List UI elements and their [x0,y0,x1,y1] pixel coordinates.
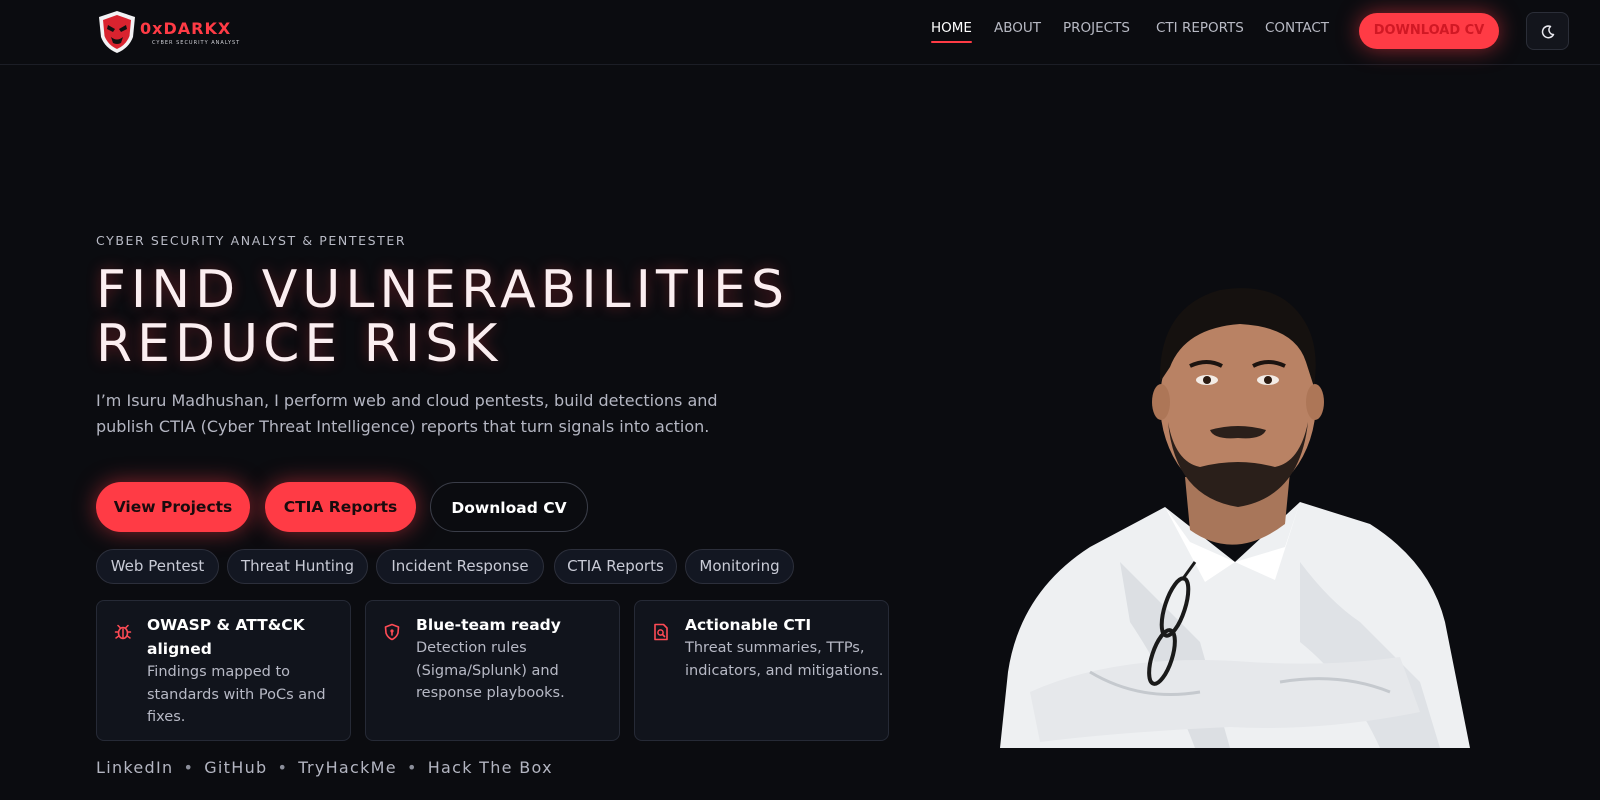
nav-home[interactable]: HOME [931,20,972,43]
download-cv-nav-button[interactable]: DOWNLOAD CV [1359,13,1499,49]
brand-logo[interactable]: 0xDARKX CYBER SECURITY ANALYST [96,9,256,55]
feature-card-actionable-cti: Actionable CTI Threat summaries, TTPs, i… [634,600,889,741]
card-text: Threat summaries, TTPs, indicators, and … [685,640,884,679]
tag-incident-response: Incident Response [376,549,544,584]
social-hackthebox-link[interactable]: Hack The Box [428,758,553,777]
feature-card-owasp: OWASP & ATT&CK aligned Findings mapped t… [96,600,351,741]
shield-logo-icon [99,11,135,53]
social-linkedin-link[interactable]: LinkedIn [96,758,173,777]
social-github-link[interactable]: GitHub [204,758,267,777]
tag-web-pentest: Web Pentest [96,549,219,584]
headline-line-2: REDUCE RISK [96,314,503,374]
card-text: Findings mapped to standards with PoCs a… [147,664,326,725]
tag-ctia-reports: CTIA Reports [554,549,677,584]
nav-contact[interactable]: CONTACT [1265,20,1329,36]
shield-lock-icon [384,623,400,641]
nav-cti-reports[interactable]: CTI REPORTS [1156,20,1244,36]
social-links: LinkedIn • GitHub • TryHackMe • Hack The Box [96,758,553,777]
hero-intro: I’m Isuru Madhushan, I perform web and c… [96,391,718,436]
download-cv-button[interactable]: Download CV [430,482,588,532]
brand-tagline: CYBER SECURITY ANALYST [152,40,241,46]
card-title: OWASP & ATT&CK aligned [147,616,305,658]
card-title: Actionable CTI [685,616,812,634]
card-title: Blue-team ready [416,616,561,634]
profile-portrait [1000,288,1470,748]
brand-name: 0xDARKX [140,19,232,38]
tag-threat-hunting: Threat Hunting [227,549,368,584]
view-projects-button[interactable]: View Projects [96,482,250,532]
nav-home-label: HOME [931,20,972,36]
social-tryhackme-link[interactable]: TryHackMe [298,758,397,777]
hero-headline: FIND VULNERABILITIES REDUCE RISK [96,263,789,371]
hero-eyebrow: CYBER SECURITY ANALYST & PENTESTER [96,233,407,248]
separator: • [277,758,289,777]
nav-active-indicator [931,41,972,43]
theme-toggle-button[interactable] [1526,12,1569,50]
tag-monitoring: Monitoring [685,549,794,584]
separator: • [406,758,418,777]
nav-projects[interactable]: PROJECTS [1063,20,1130,36]
ctia-reports-button[interactable]: CTIA Reports [265,482,416,532]
navbar: 0xDARKX CYBER SECURITY ANALYST HOME ABOU… [0,0,1600,65]
search-report-icon [654,623,668,641]
nav-about[interactable]: ABOUT [994,20,1041,36]
feature-card-blue-team: Blue-team ready Detection rules (Sigma/S… [365,600,620,741]
separator: • [183,758,195,777]
headline-line-1: FIND VULNERABILITIES [96,260,789,320]
moon-icon [1541,25,1555,39]
card-text: Detection rules (Sigma/Splunk) and respo… [416,640,565,701]
bug-icon [114,624,132,640]
